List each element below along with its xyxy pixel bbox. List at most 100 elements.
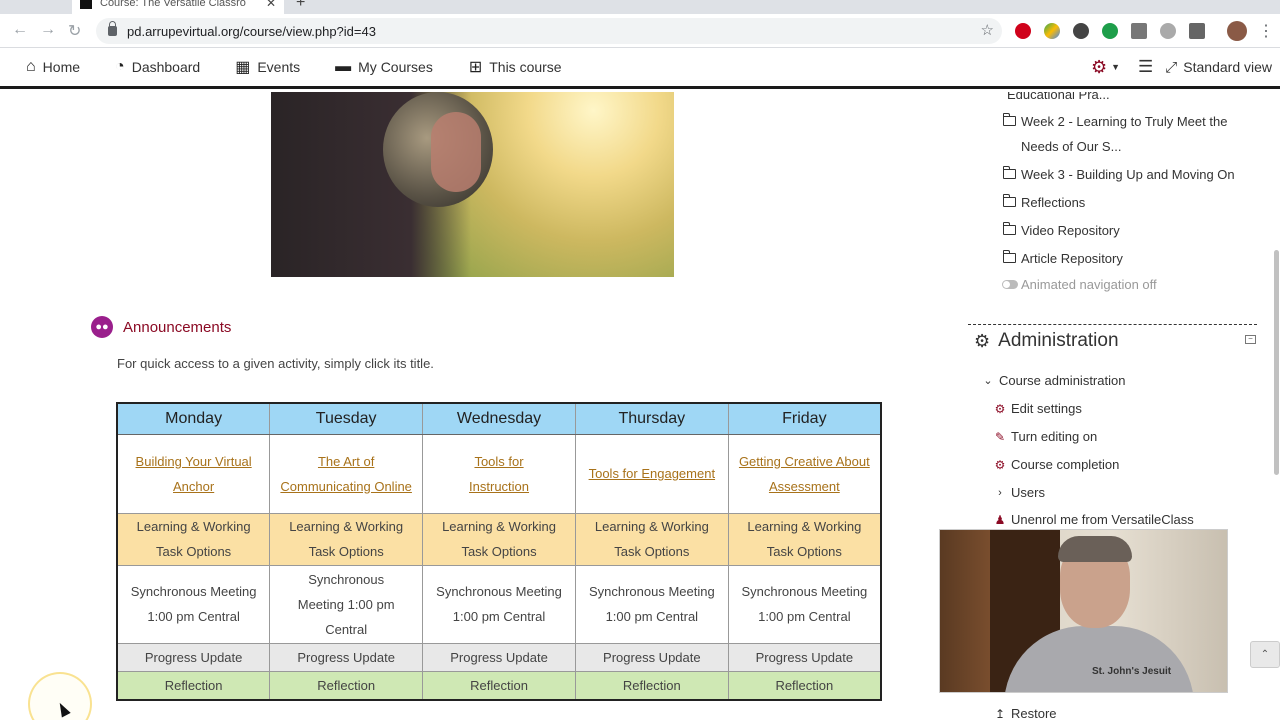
navbar-right: ⚙ ▼ ☰ ⤢ Standard view — [1091, 48, 1272, 86]
toggle-icon — [1002, 280, 1018, 289]
browser-menu-icon[interactable]: ⋮ — [1258, 21, 1274, 41]
day-header: Tuesday — [269, 402, 424, 435]
task-cell: Learning & Working Task Options — [574, 512, 729, 566]
home-icon: ⌂ — [26, 58, 36, 75]
sync-cell: Synchronous Meeting 1:00 pm Central — [574, 564, 729, 644]
activity-link[interactable]: Getting Creative About Assessment — [739, 454, 870, 494]
calendar-icon: ▦ — [235, 59, 251, 76]
sync-cell: Synchronous Meeting 1:00 pm Central — [727, 564, 882, 644]
activity-link[interactable]: The Art of Communicating Online — [280, 454, 412, 494]
sync-cell: Synchronous Meeting 1:00 pm Central — [269, 564, 424, 644]
extension-grey-icon[interactable] — [1160, 23, 1176, 39]
gear-icon[interactable]: ⚙ — [1091, 57, 1107, 78]
task-cell: Learning & Working Task Options — [116, 512, 271, 566]
reflection-cell: Reflection — [269, 670, 424, 701]
folder-icon — [1002, 194, 1016, 207]
activity-link[interactable]: Tools for Engagement — [589, 466, 715, 481]
progress-cell: Progress Update — [727, 642, 882, 672]
reload-icon[interactable]: ↻ — [68, 21, 81, 41]
forward-icon[interactable]: → — [40, 21, 56, 39]
forum-icon: ●● — [91, 316, 113, 338]
caret-down-icon[interactable]: ▼ — [1111, 62, 1120, 72]
intro-text: For quick access to a given activity, si… — [117, 356, 434, 371]
sidebar-item-week2[interactable]: Week 2 - Learning to Truly Meet the Need… — [1002, 109, 1263, 159]
standard-view-button[interactable]: Standard view — [1183, 59, 1272, 75]
day-header: Wednesday — [422, 402, 576, 435]
site-navbar: ⌂ Home ◔ Dashboard ▦ Events ▬ My Courses ⊞ Th… — [0, 48, 1280, 89]
sidebar-item-reflections[interactable]: Reflections — [1002, 190, 1085, 215]
folder-icon — [1002, 250, 1016, 263]
folder-icon — [1002, 113, 1016, 126]
progress-cell: Progress Update — [116, 642, 271, 672]
sidebar-item-week3[interactable]: Week 3 - Building Up and Moving On — [1002, 162, 1235, 187]
webcam-video-overlay: St. John's Jesuit — [939, 529, 1228, 693]
extension-green-icon[interactable] — [1102, 23, 1118, 39]
shirt-text: St. John's Jesuit — [1092, 666, 1172, 677]
task-cell: Learning & Working Task Options — [422, 512, 576, 566]
pencil-icon: ✎ — [994, 429, 1006, 444]
back-to-top-button[interactable]: ⌃ — [1250, 641, 1280, 668]
user-icon: ♟ — [994, 512, 1006, 527]
extension-drive-icon[interactable] — [1044, 23, 1060, 39]
admin-unenrol[interactable]: ♟ Unenrol me from VersatileClass — [992, 512, 1194, 527]
reflection-cell: Reflection — [574, 670, 729, 701]
cog-icon: ⚙ — [994, 457, 1006, 472]
profile-avatar[interactable] — [1227, 21, 1247, 41]
reflection-cell: Reflection — [727, 670, 882, 701]
progress-cell: Progress Update — [422, 642, 576, 672]
address-bar[interactable]: pd.arrupevirtual.org/course/view.php?id=… — [96, 18, 1002, 44]
nav-events[interactable]: ▦ Events — [235, 57, 300, 77]
activity-link[interactable]: Building Your Virtual Anchor — [136, 454, 252, 494]
browser-tab[interactable]: Course: The Versatile Classro ✕ — [72, 0, 284, 14]
reflection-cell: Reflection — [422, 670, 576, 701]
sidebar-item-week1[interactable]: Educational Pra... — [1007, 92, 1110, 107]
table-row-progress: Progress Update Progress Update Progress… — [116, 642, 882, 672]
weekly-schedule-table: Monday Tuesday Wednesday Thursday Friday… — [116, 402, 882, 701]
extension-play-icon[interactable] — [1189, 23, 1205, 39]
table-row-reflection: Reflection Reflection Reflection Reflect… — [116, 670, 882, 701]
sidebar-item-video-repository[interactable]: Video Repository — [1002, 218, 1120, 243]
progress-cell: Progress Update — [574, 642, 729, 672]
favicon-icon — [80, 0, 92, 9]
browser-toolbar: ← → ↻ pd.arrupevirtual.org/course/view.p… — [0, 14, 1280, 48]
course-content: ●● Announcements For quick access to a g… — [0, 92, 940, 720]
announcements-link[interactable]: ●● Announcements — [91, 316, 231, 338]
animated-navigation-toggle[interactable]: Animated navigation off — [1002, 277, 1157, 292]
sidebar-item-article-repository[interactable]: Article Repository — [1002, 246, 1123, 271]
table-row-activities: Building Your Virtual Anchor The Art of … — [116, 433, 882, 514]
page-scrollbar[interactable] — [1274, 250, 1279, 475]
extension-cloud-icon[interactable] — [1073, 23, 1089, 39]
blocks-toggle-icon[interactable]: ☰ — [1138, 57, 1153, 77]
table-header-row: Monday Tuesday Wednesday Thursday Friday — [116, 402, 882, 435]
back-icon[interactable]: ← — [12, 21, 28, 39]
admin-users[interactable]: › Users — [992, 485, 1045, 500]
close-tab-icon[interactable]: ✕ — [266, 0, 276, 10]
admin-turn-editing-on[interactable]: ✎ Turn editing on — [992, 429, 1097, 444]
nav-home[interactable]: ⌂ Home — [26, 58, 80, 76]
nav-dashboard[interactable]: ◔ Dashboard — [115, 58, 200, 76]
chevron-right-icon: › — [998, 486, 1002, 499]
admin-course-completion[interactable]: ⚙ Course completion — [992, 457, 1120, 472]
gears-icon: ⚙ — [974, 330, 991, 351]
extension-list-icon[interactable] — [1131, 23, 1147, 39]
briefcase-icon: ▬ — [335, 58, 352, 75]
admin-edit-settings[interactable]: ⚙ Edit settings — [992, 401, 1082, 416]
expand-icon[interactable]: ⤢ — [1165, 59, 1177, 76]
chevron-down-icon: ⌄ — [983, 375, 993, 387]
nav-my-courses[interactable]: ▬ My Courses — [335, 58, 433, 76]
new-tab-icon[interactable]: + — [296, 0, 305, 12]
collapse-block-icon[interactable]: − — [1245, 335, 1256, 344]
course-banner-image — [271, 92, 674, 277]
bookmark-star-icon[interactable]: ☆ — [981, 21, 994, 39]
admin-restore[interactable]: ↥ Restore — [992, 706, 1057, 720]
nav-this-course[interactable]: ⊞ This course — [469, 57, 562, 77]
tab-title: Course: The Versatile Classro — [100, 0, 246, 9]
progress-cell: Progress Update — [269, 642, 424, 672]
admin-course-administration[interactable]: ⌄ Course administration — [980, 373, 1125, 388]
dashboard-icon: ◔ — [115, 58, 125, 75]
extension-opera-icon[interactable] — [1015, 23, 1031, 39]
table-row-tasks: Learning & Working Task Options Learning… — [116, 512, 882, 566]
activity-link[interactable]: Tools for Instruction — [469, 454, 529, 494]
day-header: Monday — [116, 402, 271, 435]
lock-icon — [108, 21, 117, 36]
